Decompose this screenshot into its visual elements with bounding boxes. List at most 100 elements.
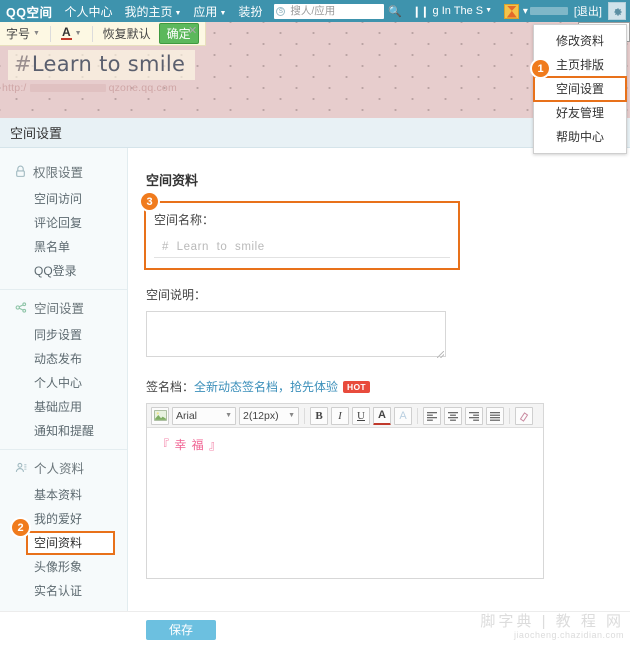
hot-badge: HOT [343, 380, 370, 393]
close-icon[interactable]: ✕ [188, 24, 197, 37]
chevron-down-icon: ▼ [174, 9, 182, 17]
space-title-text: Learn to smile [31, 52, 186, 76]
sidebar-item-blacklist[interactable]: 黑名单 [0, 235, 127, 259]
font-edit-toolbar: 字号 ▼ A ▼ 恢复默认 确定 [0, 22, 206, 46]
signature-label-row: 签名档： 全新动态签名档，抢先体验 HOT [146, 378, 630, 395]
signature-promo-link[interactable]: 全新动态签名档，抢先体验 [194, 378, 338, 395]
settings-sidebar: 权限设置 空间访问 评论回复 黑名单 QQ登录 空间设置 同步设置 动态发布 个… [0, 148, 128, 611]
italic-button[interactable]: I [331, 406, 349, 425]
space-description-field-group [146, 311, 446, 360]
menu-item-help-center[interactable]: 帮助中心 [534, 125, 626, 149]
bold-button[interactable]: B [310, 406, 328, 425]
menu-item-space-settings[interactable]: 空间设置 [533, 76, 627, 102]
space-name-input[interactable] [154, 236, 450, 258]
menu-item-friend-management[interactable]: 好友管理 [534, 101, 626, 125]
align-center-icon[interactable] [444, 406, 462, 425]
nav-link-my-homepage[interactable]: 我的主页 ▼ [124, 3, 181, 20]
music-player-status[interactable]: ❙❙ g In The S ▼ [412, 5, 492, 18]
nav-link-decorate[interactable]: 装扮 [238, 3, 262, 20]
footer-bar: 保存 脚字典 | 教 程 网 jiaocheng.chazidian.com [0, 611, 630, 647]
main-content: 空间资料 空间名称： 空间说明： 签名档： 全新动态签名档，抢先体验 HOT A… [128, 148, 630, 611]
nav-link-personal-center[interactable]: 个人中心 [64, 3, 112, 20]
url-blurred-part [29, 84, 106, 92]
underline-button[interactable]: U [352, 406, 370, 425]
font-family-value: Arial [176, 409, 198, 422]
highlight-color-button[interactable]: A [394, 406, 412, 425]
toolbar-divider [49, 25, 51, 42]
sidebar-item-space-access[interactable]: 空间访问 [0, 187, 127, 211]
sidebar-group-space-settings: 空间设置 同步设置 动态发布 个人中心 基础应用 通知和提醒 [0, 290, 127, 450]
settings-dropdown-menu: 修改资料 主页排版 空间设置 好友管理 帮助中心 [533, 24, 627, 154]
space-description-textarea[interactable] [146, 311, 446, 357]
lock-icon [14, 165, 27, 178]
align-left-icon[interactable] [423, 406, 441, 425]
sidebar-item-notifications[interactable]: 通知和提醒 [0, 419, 127, 443]
space-url: http:/ qzone.qq.com [2, 82, 177, 94]
toolbar-divider [91, 25, 93, 42]
page-title: 空间设置 [10, 126, 63, 141]
font-family-select[interactable]: Arial ▼ [172, 406, 236, 425]
align-justify-icon[interactable] [486, 406, 504, 425]
search-input[interactable] [288, 4, 373, 18]
nav-link-label: 装扮 [238, 4, 263, 19]
font-size-select[interactable]: 2(12px) ▼ [239, 406, 299, 425]
chevron-down-icon: ▼ [225, 412, 232, 419]
nav-link-label: 个人中心 [64, 4, 113, 19]
sidebar-group-title: 空间设置 [34, 302, 85, 316]
sidebar-item-basic-profile[interactable]: 基本资料 [0, 483, 127, 507]
search-circle-icon: S [276, 6, 286, 16]
sidebar-item-qq-login[interactable]: QQ登录 [0, 259, 127, 283]
pause-icon: ❙❙ [412, 5, 429, 18]
chevron-down-icon: ▼ [33, 30, 40, 37]
sidebar-group-title: 个人资料 [34, 462, 85, 476]
logout-link[interactable]: [退出] [574, 3, 602, 19]
image-icon[interactable] [151, 406, 169, 425]
font-size-dropdown[interactable]: 字号 ▼ [6, 25, 40, 42]
space-name-label: 空间名称： [154, 213, 215, 227]
sidebar-item-feed-publish[interactable]: 动态发布 [0, 347, 127, 371]
sidebar-item-comment-reply[interactable]: 评论回复 [0, 211, 127, 235]
font-size-label: 字号 [6, 27, 31, 41]
menu-item-edit-profile[interactable]: 修改资料 [534, 29, 626, 53]
sidebar-item-personal-center[interactable]: 个人中心 [0, 371, 127, 395]
avatar[interactable] [503, 3, 519, 19]
font-color-button[interactable]: A [373, 406, 391, 425]
watermark-line2: jiaocheng.chazidian.com [513, 630, 624, 640]
font-color-dropdown[interactable]: A ▼ [60, 26, 82, 40]
toolbar-divider [509, 407, 510, 424]
gear-icon[interactable] [608, 2, 626, 20]
signature-label: 签名档： [146, 380, 195, 394]
reset-default-button[interactable]: 恢复默认 [103, 25, 151, 42]
music-track-label: g In The S [432, 5, 484, 17]
align-right-icon[interactable] [465, 406, 483, 425]
space-title-display[interactable]: #Learn to smile [8, 50, 196, 80]
signature-editor-body[interactable]: 『 幸 福 』 [147, 428, 543, 578]
step-badge-2: 2 [12, 519, 29, 536]
nav-link-apps[interactable]: 应用 ▼ [193, 3, 226, 20]
search-box[interactable]: S [274, 3, 385, 19]
chevron-down-icon: ▼ [485, 6, 493, 14]
chevron-down-icon: ▼ [74, 30, 82, 37]
sidebar-group-permissions: 权限设置 空间访问 评论回复 黑名单 QQ登录 [0, 154, 127, 290]
user-icon [14, 461, 28, 474]
url-prefix: http:/ [2, 82, 27, 94]
sidebar-item-real-name-auth[interactable]: 实名认证 [0, 579, 127, 603]
sidebar-group-header-space-settings: 空间设置 [0, 294, 127, 323]
sidebar-item-sync-settings[interactable]: 同步设置 [0, 323, 127, 347]
sidebar-item-basic-apps[interactable]: 基础应用 [0, 395, 127, 419]
brand-logo[interactable]: QQ空间 [6, 2, 52, 21]
eraser-icon[interactable] [515, 406, 533, 425]
watermark-line1: 脚字典 | 教 程 网 [480, 613, 624, 630]
space-name-field-group: 空间名称： [144, 201, 460, 270]
search-icon[interactable]: 🔍 [388, 5, 402, 18]
signature-content-text: 『 幸 福 』 [157, 438, 223, 452]
hash-symbol: # [14, 52, 32, 76]
sidebar-group-title: 权限设置 [33, 166, 84, 180]
sidebar-item-space-profile[interactable]: 空间资料 [26, 531, 115, 555]
save-button[interactable]: 保存 [146, 619, 216, 640]
nav-link-label: 我的主页 [124, 4, 173, 19]
username-blurred [529, 7, 568, 15]
top-navigation-bar: QQ空间 个人中心 我的主页▼ 应用▼ 装扮 S 🔍 ❙❙ g In The S… [0, 0, 630, 42]
sidebar-item-avatar-image[interactable]: 头像形象 [0, 555, 127, 579]
username-display[interactable]: ▾ [523, 6, 570, 17]
